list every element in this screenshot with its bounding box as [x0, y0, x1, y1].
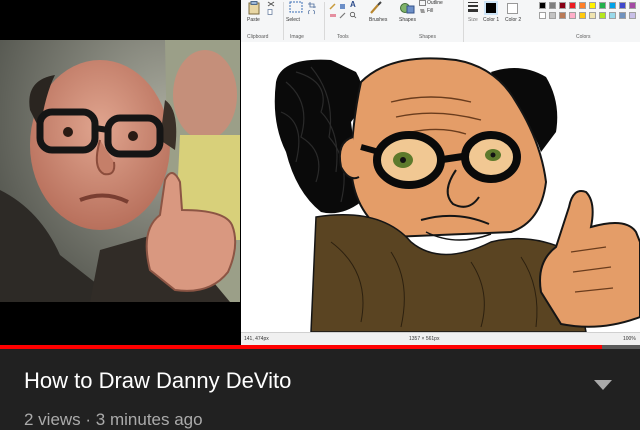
colors-group: Color 2 Colors — [504, 0, 640, 42]
size-button[interactable]: Size — [468, 17, 478, 23]
brushes-button[interactable]: Brushes — [369, 17, 387, 23]
palette-swatch[interactable] — [549, 12, 556, 19]
video-progress-bar[interactable] — [0, 345, 640, 349]
select-button[interactable]: Select — [286, 17, 300, 23]
palette-swatch[interactable] — [629, 2, 636, 9]
clipboard-group: Paste Clipboard — [241, 0, 283, 42]
paint-ribbon: Paste Clipboard Select Image A Brushes T… — [241, 0, 640, 43]
rotate-icon[interactable] — [308, 10, 316, 16]
palette-swatch[interactable] — [549, 2, 556, 9]
fill-dropdown[interactable]: Fill — [427, 8, 433, 14]
canvas-size: 1357 × 561px — [409, 336, 440, 342]
tools-caption: Tools — [337, 34, 349, 40]
palette-swatch[interactable] — [589, 2, 596, 9]
palette-swatch[interactable] — [609, 12, 616, 19]
reference-photo — [0, 40, 240, 302]
outline-icon[interactable] — [419, 0, 426, 6]
ribbon-divider — [463, 0, 464, 42]
size-icon[interactable] — [467, 1, 479, 15]
shapes-icon[interactable] — [399, 1, 415, 15]
paint-window: Paste Clipboard Select Image A Brushes T… — [241, 0, 640, 345]
color1-button[interactable]: Color 1 — [483, 17, 499, 23]
palette-swatch[interactable] — [589, 12, 596, 19]
palette-swatch[interactable] — [539, 12, 546, 19]
palette-swatch[interactable] — [579, 12, 586, 19]
text-icon[interactable]: A — [350, 0, 356, 9]
color2-swatch[interactable] — [507, 3, 518, 14]
image-caption: Image — [290, 34, 304, 40]
color1-swatch[interactable] — [484, 1, 498, 15]
danny-devito-drawing — [274, 57, 640, 333]
color-picker-icon[interactable] — [339, 11, 347, 19]
palette-swatch[interactable] — [619, 12, 626, 19]
palette-swatch[interactable] — [569, 2, 576, 9]
video-thumbnail[interactable]: Paste Clipboard Select Image A Brushes T… — [0, 0, 640, 345]
video-title[interactable]: How to Draw Danny DeVito — [24, 368, 291, 394]
cut-icon[interactable] — [267, 1, 275, 7]
copy-icon[interactable] — [267, 9, 275, 15]
video-progress-fill — [0, 345, 602, 349]
fill-dropdown-icon[interactable] — [419, 8, 426, 14]
palette-swatch[interactable] — [559, 12, 566, 19]
color-palette — [539, 2, 639, 22]
clipboard-caption: Clipboard — [247, 34, 269, 40]
palette-swatch[interactable] — [619, 2, 626, 9]
cursor-position: 141, 474px — [244, 336, 269, 342]
tools-group: A Brushes Tools — [325, 0, 403, 42]
palette-swatch[interactable] — [609, 2, 616, 9]
paint-canvas[interactable] — [241, 42, 640, 333]
palette-swatch[interactable] — [599, 12, 606, 19]
eraser-icon[interactable] — [329, 11, 337, 19]
paste-icon[interactable] — [247, 1, 261, 15]
reference-photo-image — [0, 40, 240, 302]
paste-button[interactable]: Paste — [247, 17, 260, 23]
palette-swatch[interactable] — [569, 12, 576, 19]
shapes-caption: Shapes — [419, 34, 436, 40]
shapes-group: Shapes Outline Fill Shapes Size Color 1 — [397, 0, 501, 42]
select-icon[interactable] — [289, 1, 303, 15]
chevron-down-icon[interactable] — [592, 378, 614, 392]
shapes-button[interactable]: Shapes — [399, 17, 416, 23]
crop-icon[interactable] — [308, 2, 316, 8]
outline-dropdown[interactable]: Outline — [427, 0, 443, 6]
palette-swatch[interactable] — [559, 2, 566, 9]
magnifier-icon[interactable] — [349, 11, 357, 19]
palette-swatch[interactable] — [599, 2, 606, 9]
zoom-level[interactable]: 100% — [623, 336, 636, 342]
color2-button[interactable]: Color 2 — [505, 17, 521, 23]
palette-swatch[interactable] — [579, 2, 586, 9]
palette-swatch[interactable] — [539, 2, 546, 9]
paint-status-bar: 141, 474px 1357 × 561px 100% — [241, 332, 640, 345]
fill-icon[interactable] — [339, 2, 347, 10]
brushes-icon[interactable] — [369, 1, 383, 15]
palette-swatch[interactable] — [629, 12, 636, 19]
image-group: Select Image — [284, 0, 324, 42]
colors-caption: Colors — [576, 34, 591, 40]
pencil-icon[interactable] — [329, 2, 337, 10]
video-metadata: 2 views · 3 minutes ago — [24, 410, 203, 429]
